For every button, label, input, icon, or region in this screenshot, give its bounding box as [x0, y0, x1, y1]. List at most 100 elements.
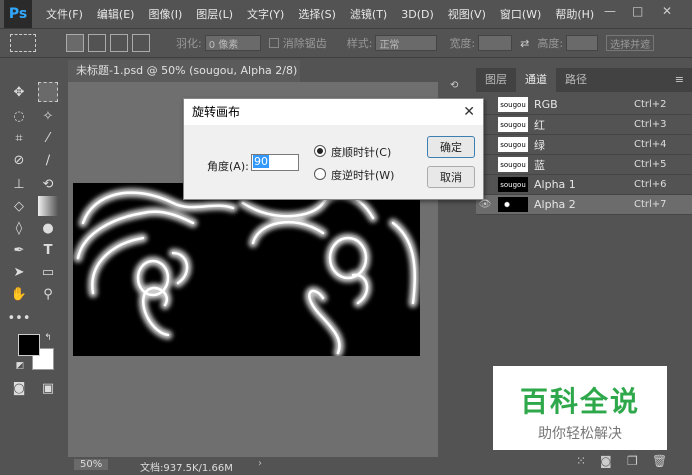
hand-tool-icon[interactable]: ✋ [9, 284, 29, 304]
delete-channel-icon[interactable]: 🗑 [652, 454, 667, 468]
dialog-title: 旋转画布 [192, 105, 241, 119]
canvas[interactable] [73, 183, 420, 358]
cancel-button[interactable]: 取消 [427, 166, 475, 188]
close-window-button[interactable]: ✕ [662, 4, 672, 18]
channel-row-red[interactable]: sougou 红 Ctrl+3 [476, 115, 692, 135]
minimize-button[interactable]: — [604, 4, 616, 18]
dialog-title-bar: 旋转画布 ✕ [184, 99, 483, 125]
menu-file[interactable]: 文件(F) [46, 6, 83, 22]
photoshop-logo: Ps [4, 0, 32, 28]
counterclockwise-radio[interactable] [314, 168, 326, 180]
channel-row-alpha-2[interactable]: 👁 Alpha 2 Ctrl+7 [476, 195, 692, 215]
watermark-subtitle: 助你轻松解决 [538, 426, 622, 442]
marquee-tool-icon[interactable] [38, 82, 58, 102]
panel-menu-icon[interactable]: ≡ [675, 68, 684, 92]
swap-icon[interactable]: ⇄ [520, 37, 529, 50]
save-selection-icon[interactable]: ◙ [600, 454, 612, 468]
foreground-color-swatch[interactable] [18, 334, 40, 356]
brush-tool-icon[interactable]: ∕ [38, 150, 58, 170]
status-menu-arrow-icon[interactable]: › [258, 458, 262, 469]
height-input[interactable] [566, 35, 599, 51]
menu-filter[interactable]: 滤镜(T) [350, 6, 387, 22]
new-selection-icon[interactable] [66, 34, 84, 52]
channel-row-blue[interactable]: sougou 蓝 Ctrl+5 [476, 155, 692, 175]
channel-name: Alpha 2 [534, 198, 576, 211]
menu-layer[interactable]: 图层(L) [196, 6, 233, 22]
menu-3d[interactable]: 3D(D) [401, 8, 434, 21]
rectangle-tool-icon[interactable]: ▭ [38, 262, 58, 282]
document-tab[interactable]: 未标题-1.psd @ 50% (sougou, Alpha 2/8) * ✕ [68, 60, 300, 99]
ok-button[interactable]: 确定 [427, 136, 475, 158]
lasso-tool-icon[interactable]: ◌ [9, 106, 29, 126]
new-channel-icon[interactable]: ❐ [627, 454, 638, 468]
feather-input[interactable]: 0 像素 [204, 35, 261, 51]
zoom-tool-icon[interactable]: ⚲ [38, 284, 58, 304]
canvas-artwork [73, 188, 420, 358]
antialias-label: 消除锯齿 [282, 37, 327, 50]
swap-colors-icon[interactable]: ↰ [42, 332, 54, 344]
tab-layers[interactable]: 图层 [476, 68, 516, 92]
blur-tool-icon[interactable]: ◊ [9, 218, 29, 238]
channel-row-rgb[interactable]: sougou RGB Ctrl+2 [476, 95, 692, 115]
height-label: 高度: [537, 37, 564, 50]
zoom-level[interactable]: 50% [74, 459, 109, 470]
eyedropper-tool-icon[interactable]: ⁄ [38, 128, 58, 148]
menu-select[interactable]: 选择(S) [298, 6, 336, 22]
restore-button[interactable]: □ [632, 4, 643, 18]
more-tools-icon[interactable]: ••• [8, 308, 31, 328]
path-selection-tool-icon[interactable]: ➤ [9, 262, 29, 282]
menu-edit[interactable]: 编辑(E) [97, 6, 135, 22]
antialias-checkbox[interactable] [268, 38, 279, 48]
style-select[interactable]: 正常 [375, 35, 438, 51]
tab-paths[interactable]: 路径 [556, 68, 596, 92]
history-brush-tool-icon[interactable]: ⟲ [38, 174, 58, 194]
dodge-tool-icon[interactable]: ● [38, 218, 58, 238]
tab-channels[interactable]: 通道 [516, 68, 556, 92]
magic-wand-tool-icon[interactable]: ✧ [38, 106, 58, 126]
screen-mode-icon[interactable]: ▣ [38, 378, 58, 398]
add-selection-icon[interactable] [88, 34, 106, 52]
channel-name: 蓝 [534, 158, 545, 172]
channel-name: RGB [534, 98, 558, 111]
channel-name: 红 [534, 118, 545, 132]
width-input[interactable] [478, 35, 513, 51]
dialog-close-icon[interactable]: ✕ [463, 99, 475, 125]
default-colors-icon[interactable]: ◩ [14, 360, 26, 372]
channel-row-alpha-1[interactable]: sougou Alpha 1 Ctrl+6 [476, 175, 692, 195]
watermark-title: 百科全说 [519, 385, 640, 418]
intersect-selection-icon[interactable] [132, 34, 150, 52]
menu-image[interactable]: 图像(I) [148, 6, 182, 22]
clone-stamp-tool-icon[interactable]: ⊥ [9, 174, 29, 194]
menu-type[interactable]: 文字(Y) [247, 6, 284, 22]
menu-help[interactable]: 帮助(H) [555, 6, 594, 22]
channel-name: 绿 [534, 138, 545, 152]
quick-mask-icon[interactable]: ◙ [9, 378, 29, 398]
clockwise-radio[interactable] [314, 145, 326, 157]
width-label: 宽度: [449, 37, 476, 50]
pen-tool-icon[interactable]: ✒ [9, 240, 29, 260]
select-and-mask-button[interactable]: 选择并遮 [606, 35, 655, 51]
marquee-preset-icon[interactable] [10, 34, 36, 52]
status-bar: 50% 文档:937.5K/1.66M › [68, 457, 438, 475]
type-tool-icon[interactable]: T [38, 240, 58, 260]
counterclockwise-label: 度逆时针(W) [331, 169, 395, 182]
healing-brush-tool-icon[interactable]: ⊘ [9, 150, 29, 170]
channel-row-green[interactable]: sougou 绿 Ctrl+4 [476, 135, 692, 155]
crop-tool-icon[interactable]: ⌗ [9, 128, 29, 148]
channel-thumbnail: sougou [498, 157, 528, 172]
angle-input[interactable]: 90 [251, 154, 299, 171]
eraser-tool-icon[interactable]: ◇ [9, 196, 29, 216]
move-tool-icon[interactable]: ✥ [9, 82, 29, 102]
menu-window[interactable]: 窗口(W) [500, 6, 541, 22]
load-selection-icon[interactable]: ⁙ [576, 454, 586, 468]
document-info: 文档:937.5K/1.66M [140, 463, 233, 474]
channel-name: Alpha 1 [534, 178, 576, 191]
history-panel-icon[interactable]: ⟲ [450, 80, 466, 91]
channel-shortcut: Ctrl+2 [634, 99, 667, 110]
menu-bar: Ps 文件(F) 编辑(E) 图像(I) 图层(L) 文字(Y) 选择(S) 滤… [0, 0, 692, 28]
menu-view[interactable]: 视图(V) [448, 6, 486, 22]
rotate-canvas-dialog: 旋转画布 ✕ 角度(A): 90 度顺时针(C) 度逆时针(W) 确定 取消 [183, 98, 484, 200]
gradient-tool-icon[interactable] [38, 196, 58, 216]
visibility-eye-icon[interactable]: 👁 [476, 199, 494, 210]
subtract-selection-icon[interactable] [110, 34, 128, 52]
